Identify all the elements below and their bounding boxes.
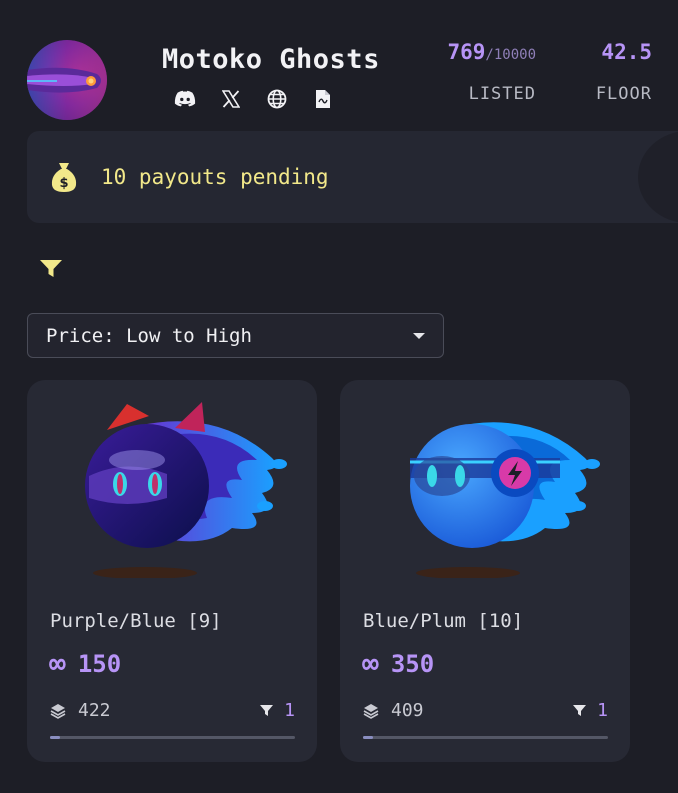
nft-price: ∞ 150	[49, 647, 122, 680]
collection-title: Motoko Ghosts	[162, 44, 380, 75]
progress-fill	[363, 736, 373, 739]
floor-stat: 42.5 FLOOR	[580, 40, 652, 104]
chevron-down-icon	[413, 332, 425, 339]
filter-icon	[260, 705, 274, 716]
stat-count: 409	[391, 700, 424, 721]
svg-text:$: $	[59, 176, 68, 191]
price-value: 350	[390, 650, 435, 678]
nft-metrics: 409 1	[363, 700, 608, 721]
sort-select[interactable]: Price: Low to High	[27, 313, 444, 358]
nft-card[interactable]: Blue/Plum [10] ∞ 350 409 1	[340, 380, 630, 762]
layers-icon	[50, 703, 66, 719]
sort-selected: Price: Low to High	[46, 324, 252, 347]
collection-avatar	[27, 40, 107, 120]
x-icon[interactable]	[220, 88, 242, 110]
nft-card[interactable]: Purple/Blue [9] ∞ 150 422 1	[27, 380, 317, 762]
progress-bar	[363, 736, 608, 739]
payout-text: 10 payouts pending	[101, 165, 329, 189]
listed-count: 769	[447, 40, 486, 64]
layers-icon	[363, 703, 379, 719]
payout-banner[interactable]: $ 10 payouts pending	[27, 131, 678, 223]
banner-edge	[638, 131, 678, 223]
filter-button[interactable]	[38, 255, 64, 281]
listed-total: /10000	[485, 47, 536, 63]
floor-label: FLOOR	[595, 84, 652, 104]
document-icon[interactable]	[312, 88, 334, 110]
filter-count: 1	[597, 700, 608, 721]
filter-count: 1	[284, 700, 295, 721]
nft-metrics: 422 1	[50, 700, 295, 721]
currency-icon: ∞	[49, 647, 66, 680]
social-links	[174, 88, 334, 110]
filter-icon	[573, 705, 587, 716]
price-value: 150	[77, 650, 122, 678]
listed-label: LISTED	[468, 84, 536, 104]
progress-fill	[50, 736, 60, 739]
nft-image	[410, 422, 600, 578]
nft-price: ∞ 350	[362, 647, 435, 680]
globe-icon[interactable]	[266, 88, 288, 110]
discord-icon[interactable]	[174, 88, 196, 110]
listed-stat: 769/10000 LISTED	[436, 40, 536, 104]
stat-count: 422	[78, 700, 111, 721]
filter-icon	[40, 260, 62, 277]
nft-image	[85, 402, 287, 578]
nft-name: Blue/Plum [10]	[363, 610, 524, 632]
money-bag-icon: $	[51, 163, 77, 192]
floor-value: 42.5	[601, 40, 652, 64]
currency-icon: ∞	[362, 647, 379, 680]
progress-bar	[50, 736, 295, 739]
ghost-avatar-art	[27, 40, 107, 120]
nft-name: Purple/Blue [9]	[50, 610, 222, 632]
